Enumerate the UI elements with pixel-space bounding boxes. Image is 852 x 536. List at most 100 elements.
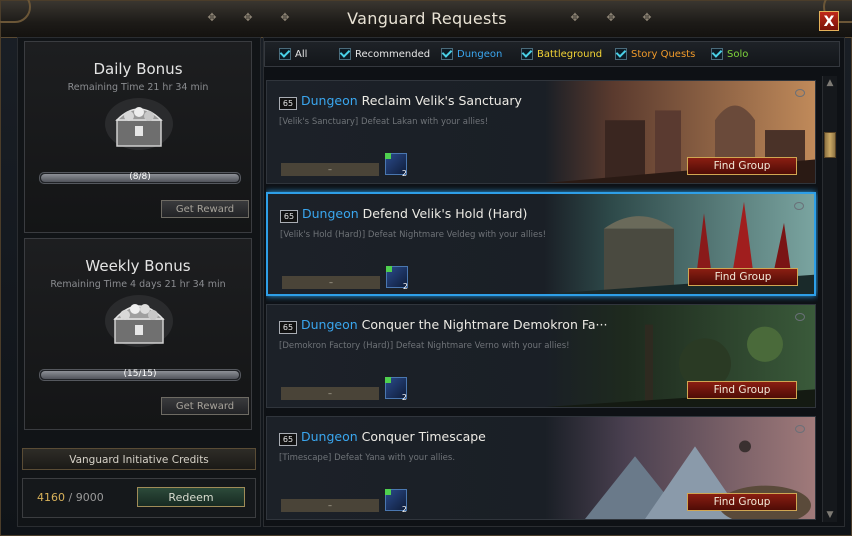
request-description: [Velik's Sanctuary] Defeat Lakan with yo… [279,117,489,127]
credits-current: 4160 [37,491,65,504]
request-list: 65 Dungeon Reclaim Velik's Sanctuary [Ve… [266,78,818,526]
checkbox-icon[interactable] [339,48,351,60]
filter-all[interactable]: All [279,48,307,62]
request-title: Dungeon Reclaim Velik's Sanctuary [301,93,522,108]
requests-panel: All Recommended Dungeon Battleground Sto… [263,37,845,527]
request-title: Dungeon Defend Velik's Hold (Hard) [302,206,527,221]
find-group-button[interactable]: Find Group [687,381,797,399]
request-category: Dungeon [302,206,359,221]
weekly-get-reward-button[interactable]: Get Reward [161,397,249,415]
level-badge: 65 [279,97,297,110]
request-card[interactable]: 65 Dungeon Reclaim Velik's Sanctuary [Ve… [266,80,816,184]
reward-count: 2 [401,393,407,402]
filter-bar: All Recommended Dungeon Battleground Sto… [264,41,840,67]
party-slot: – [281,387,379,400]
credits-value: 4160 / 9000 [37,491,104,504]
find-group-button[interactable]: Find Group [688,268,798,286]
filter-dungeon[interactable]: Dungeon [441,48,502,62]
title-bar[interactable]: ✥ ✥ ✥ ✥ ✥ ✥ Vanguard Requests X [0,0,852,38]
close-button[interactable]: X [819,11,839,31]
request-list-scrollbar[interactable]: ▲ ▼ [822,76,837,522]
party-slot: – [281,163,379,176]
scroll-thumb[interactable] [824,132,836,158]
reward-count: 2 [402,282,408,291]
party-slot: – [282,276,380,289]
checkbox-icon[interactable] [441,48,453,60]
treasure-chest-icon [105,98,173,150]
daily-progress-bar: (8/8) [39,172,241,184]
checkbox-icon[interactable] [521,48,533,60]
ready-marker [386,266,392,272]
scroll-up-icon[interactable]: ▲ [824,78,836,88]
request-category: Dungeon [301,93,358,108]
ready-marker [385,153,391,159]
party-slot: – [281,499,379,512]
credits-max: 9000 [75,491,104,504]
request-title: Dungeon Conquer Timescape [301,429,486,444]
eye-icon[interactable] [795,313,805,321]
filter-label: Dungeon [457,49,503,60]
filter-label: Battleground [537,49,603,60]
window-title: Vanguard Requests [347,9,507,28]
reward-crystal-icon[interactable]: 2 [386,266,408,291]
request-category: Dungeon [301,317,358,332]
filter-label: Recommended [355,49,431,60]
credits-box: 4160 / 9000 Redeem [22,478,256,518]
vanguard-requests-window: ✥ ✥ ✥ ✥ ✥ ✥ Vanguard Requests X Daily Bo… [0,0,852,536]
eye-icon[interactable] [795,89,805,97]
bonus-panel: Daily Bonus Remaining Time 21 hr 34 min … [17,37,261,527]
filter-solo[interactable]: Solo [711,48,748,62]
request-name: Conquer Timescape [361,429,486,444]
weekly-progress-text: (15/15) [123,369,157,379]
request-card[interactable]: 65 Dungeon Conquer Timescape [Timescape]… [266,416,816,520]
weekly-bonus-card: Weekly Bonus Remaining Time 4 days 21 hr… [24,238,252,430]
request-name: Reclaim Velik's Sanctuary [361,93,522,108]
request-description: [Demokron Factory (Hard)] Defeat Nightma… [279,341,570,351]
reward-count: 2 [401,505,407,514]
checkbox-icon[interactable] [615,48,627,60]
ready-marker [385,377,391,383]
eye-icon[interactable] [795,425,805,433]
reward-crystal-icon[interactable]: 2 [385,377,407,402]
credits-separator: / [68,491,73,504]
daily-bonus-title: Daily Bonus [93,60,183,78]
request-name: Conquer the Nightmare Demokron Fa··· [361,317,608,332]
checkbox-icon[interactable] [279,48,291,60]
daily-progress-text: (8/8) [129,172,151,182]
request-category: Dungeon [301,429,358,444]
weekly-bonus-time: Remaining Time 4 days 21 hr 34 min [50,279,226,290]
filter-battleground[interactable]: Battleground [521,48,602,62]
filter-recommended[interactable]: Recommended [339,48,430,62]
daily-bonus-card: Daily Bonus Remaining Time 21 hr 34 min … [24,41,252,233]
treasure-chest-icon [105,295,173,347]
find-group-button[interactable]: Find Group [687,157,797,175]
checkbox-icon[interactable] [711,48,723,60]
request-card-selected[interactable]: 65 Dungeon Defend Velik's Hold (Hard) [V… [266,192,816,296]
find-group-button[interactable]: Find Group [687,493,797,511]
filter-label: Story Quests [631,49,696,60]
close-icon: X [823,14,835,30]
weekly-bonus-title: Weekly Bonus [85,257,191,275]
filter-label: Solo [727,49,749,60]
request-name: Defend Velik's Hold (Hard) [362,206,528,221]
reward-count: 2 [401,169,407,178]
weekly-progress-bar: (15/15) [39,369,241,381]
request-card[interactable]: 65 Dungeon Conquer the Nightmare Demokro… [266,304,816,408]
filter-label: All [295,49,308,60]
request-description: [Velik's Hold (Hard)] Defeat Nightmare V… [280,230,547,240]
daily-get-reward-button[interactable]: Get Reward [161,200,249,218]
request-title: Dungeon Conquer the Nightmare Demokron F… [301,317,607,332]
reward-crystal-icon[interactable]: 2 [385,489,407,514]
eye-icon[interactable] [794,202,804,210]
level-badge: 65 [279,433,297,446]
request-description: [Timescape] Defeat Yana with your allies… [279,453,456,463]
redeem-button[interactable]: Redeem [137,487,245,507]
daily-bonus-time: Remaining Time 21 hr 34 min [67,82,209,93]
level-badge: 65 [279,321,297,334]
reward-crystal-icon[interactable]: 2 [385,153,407,178]
credits-header: Vanguard Initiative Credits [22,448,256,470]
ready-marker [385,489,391,495]
filter-story-quests[interactable]: Story Quests [615,48,695,62]
scroll-down-icon[interactable]: ▼ [824,510,836,520]
level-badge: 65 [280,210,298,223]
